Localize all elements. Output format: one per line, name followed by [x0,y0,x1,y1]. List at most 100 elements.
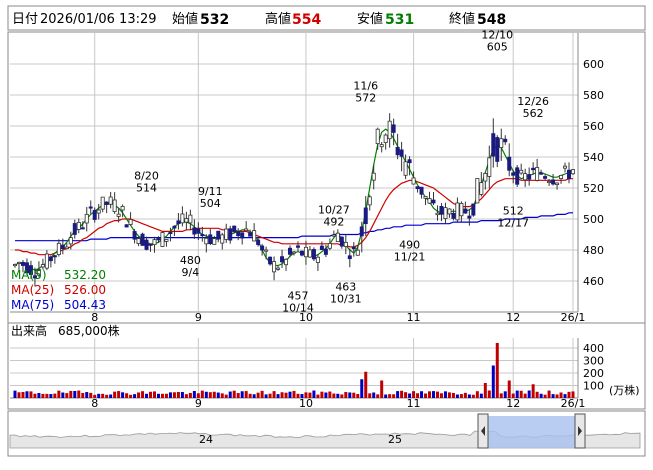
volume-bar [29,391,33,398]
volume-unit: (万株) [609,383,640,397]
volume-bar [224,394,228,398]
annotation-value: 514 [136,181,157,194]
volume-bar [543,394,547,398]
volume-bar [272,391,276,398]
volume-bar [527,390,531,398]
candle-body [403,161,408,176]
volume-bar [432,391,435,398]
candle-body [435,212,440,216]
volume-bar [376,394,380,398]
candle-body [479,182,484,195]
volume-bar [435,391,439,398]
annotation-value: 492 [323,215,344,228]
candle-body [84,213,89,224]
candle-body [379,144,384,148]
volume-bar [495,343,499,398]
chart-canvas: 日付 2026/01/06 13:29 始値 532 高値 554 安値 531… [7,5,646,457]
candle-body [200,234,205,237]
candle-body [515,167,520,185]
candle-body [475,178,480,204]
volume-bar [25,391,29,398]
y-tick-label: 480 [583,244,604,257]
candle-body [503,138,508,143]
volume-bar [184,394,188,398]
volume-bar [133,394,137,398]
volume-bar [208,392,212,398]
volume-bar [368,393,372,398]
volume-bar [17,392,21,398]
x-tick-label: 12 [506,311,520,324]
annotation-date: 12/17 [497,216,529,229]
x-tick-label: 26/1 [561,397,586,410]
volume-bar [160,393,164,398]
candle-body [371,172,376,181]
volume-bar [535,391,539,398]
volume-bar [555,394,559,398]
candle-body [375,128,380,145]
navigator-left-handle[interactable] [477,413,489,449]
candle-body [483,172,488,182]
volume-bar [288,391,292,398]
volume-bar [483,383,487,398]
candle-body [180,213,185,224]
candle-body [12,264,17,267]
volume-bar [141,391,145,398]
volume-bar [479,393,483,398]
volume-bar [459,394,463,398]
volume-bar [320,391,324,398]
navigator-selection[interactable] [486,416,578,448]
candle-body [407,159,412,164]
volume-bar [324,392,328,398]
volume-bar [443,391,447,398]
candle-body [52,255,57,258]
x-tick-label: 11 [407,311,421,324]
ma75-legend-value: 504.43 [64,298,106,312]
volume-bar [168,392,172,398]
volume-bar [475,391,479,398]
y-tick-label: 500 [583,213,604,226]
volume-bar [280,392,284,398]
volume-bar [523,393,527,398]
volume-bar [65,393,69,398]
volume-bar [21,391,25,398]
volume-bar [491,365,495,398]
volume-bar [180,392,184,398]
volume-bar [499,393,503,398]
candle-body [535,167,540,181]
candle-body [571,169,576,175]
volume-bar [164,393,168,398]
candle-body [347,255,352,260]
annotation-value: 605 [487,40,508,53]
volume-bar [547,390,551,398]
candle-body [459,203,464,217]
candle-body [507,156,512,171]
volume-bar [344,392,348,398]
candle-body [120,205,125,211]
candle-body [423,196,428,199]
candle-body [531,167,536,171]
candle-body [160,232,165,247]
volume-bar [145,393,149,398]
volume-bar [149,391,153,398]
candle-body [367,196,372,206]
y-tick-label: 100 [583,380,604,393]
candle-body [315,256,320,263]
close-value: 548 [477,12,506,28]
candle-body [495,137,500,162]
candle-body [140,233,145,246]
candle-body [411,177,416,185]
candle-body [184,218,189,223]
high-value: 554 [292,12,321,28]
volume-bar [69,390,73,398]
x-tick-label: 8 [91,397,98,410]
candle-body [463,208,468,214]
candle-body [351,246,356,250]
volume-bar [392,394,396,398]
navigator-right-handle[interactable] [574,413,586,449]
candle-body [303,246,308,258]
candle-body [20,261,25,266]
volume-bar [539,393,543,398]
candle-body [256,239,261,245]
x-tick-label: 11 [407,397,421,410]
candle-body [212,238,217,245]
